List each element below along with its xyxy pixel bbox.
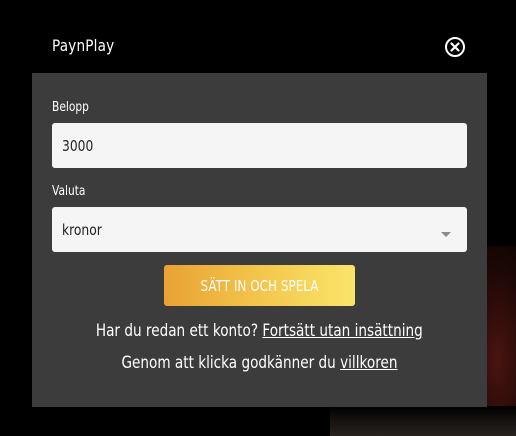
close-circle-icon	[445, 37, 465, 57]
deposit-and-play-label: SÄTT IN OCH SPELA	[200, 277, 319, 295]
amount-label: Belopp	[52, 100, 89, 115]
account-prompt-line: Har du redan ett konto? Fortsätt utan in…	[32, 321, 487, 341]
dialog-header: PaynPlay	[0, 0, 516, 72]
account-prompt-text: Har du redan ett konto?	[96, 321, 259, 341]
close-button[interactable]	[444, 36, 466, 58]
caret-down-icon	[441, 232, 451, 237]
amount-value: 3000	[62, 137, 94, 155]
background-image-bottom	[330, 406, 516, 436]
currency-label: Valuta	[52, 184, 86, 199]
terms-prompt-text: Genom att klicka godkänner du	[121, 353, 336, 373]
page: PaynPlay Belopp 3000 Valuta kronor SÄTT …	[0, 0, 516, 436]
brand-title: PaynPlay	[52, 36, 115, 55]
currency-value: kronor	[62, 221, 102, 239]
terms-line: Genom att klicka godkänner du villkoren	[32, 353, 487, 373]
terms-link[interactable]: villkoren	[340, 353, 397, 373]
deposit-and-play-button[interactable]: SÄTT IN OCH SPELA	[164, 265, 355, 306]
currency-select[interactable]: kronor	[52, 207, 467, 252]
deposit-form: Belopp 3000 Valuta kronor SÄTT IN OCH SP…	[32, 73, 487, 407]
amount-input[interactable]: 3000	[52, 123, 467, 168]
continue-without-deposit-link[interactable]: Fortsätt utan insättning	[263, 321, 423, 341]
